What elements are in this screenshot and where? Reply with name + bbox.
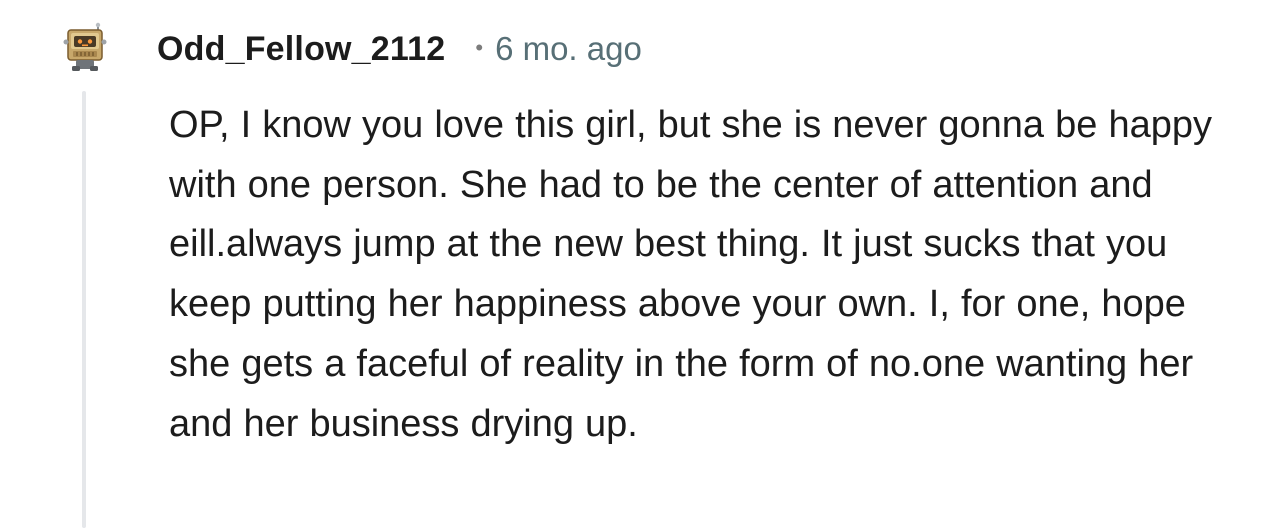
avatar[interactable]	[62, 22, 108, 72]
meta-separator: •	[475, 35, 484, 60]
robot-snoo-avatar-icon	[63, 22, 107, 71]
comment: Odd_Fellow_2112 • 6 mo. ago OP, I know y…	[0, 0, 1284, 528]
thread-line[interactable]	[82, 91, 86, 528]
username-link[interactable]: Odd_Fellow_2112	[157, 30, 445, 69]
comment-body: OP, I know you love this girl, but she i…	[169, 104, 1212, 445]
comment-header: Odd_Fellow_2112 • 6 mo. ago	[157, 24, 642, 74]
timestamp[interactable]: 6 mo. ago	[495, 30, 642, 68]
